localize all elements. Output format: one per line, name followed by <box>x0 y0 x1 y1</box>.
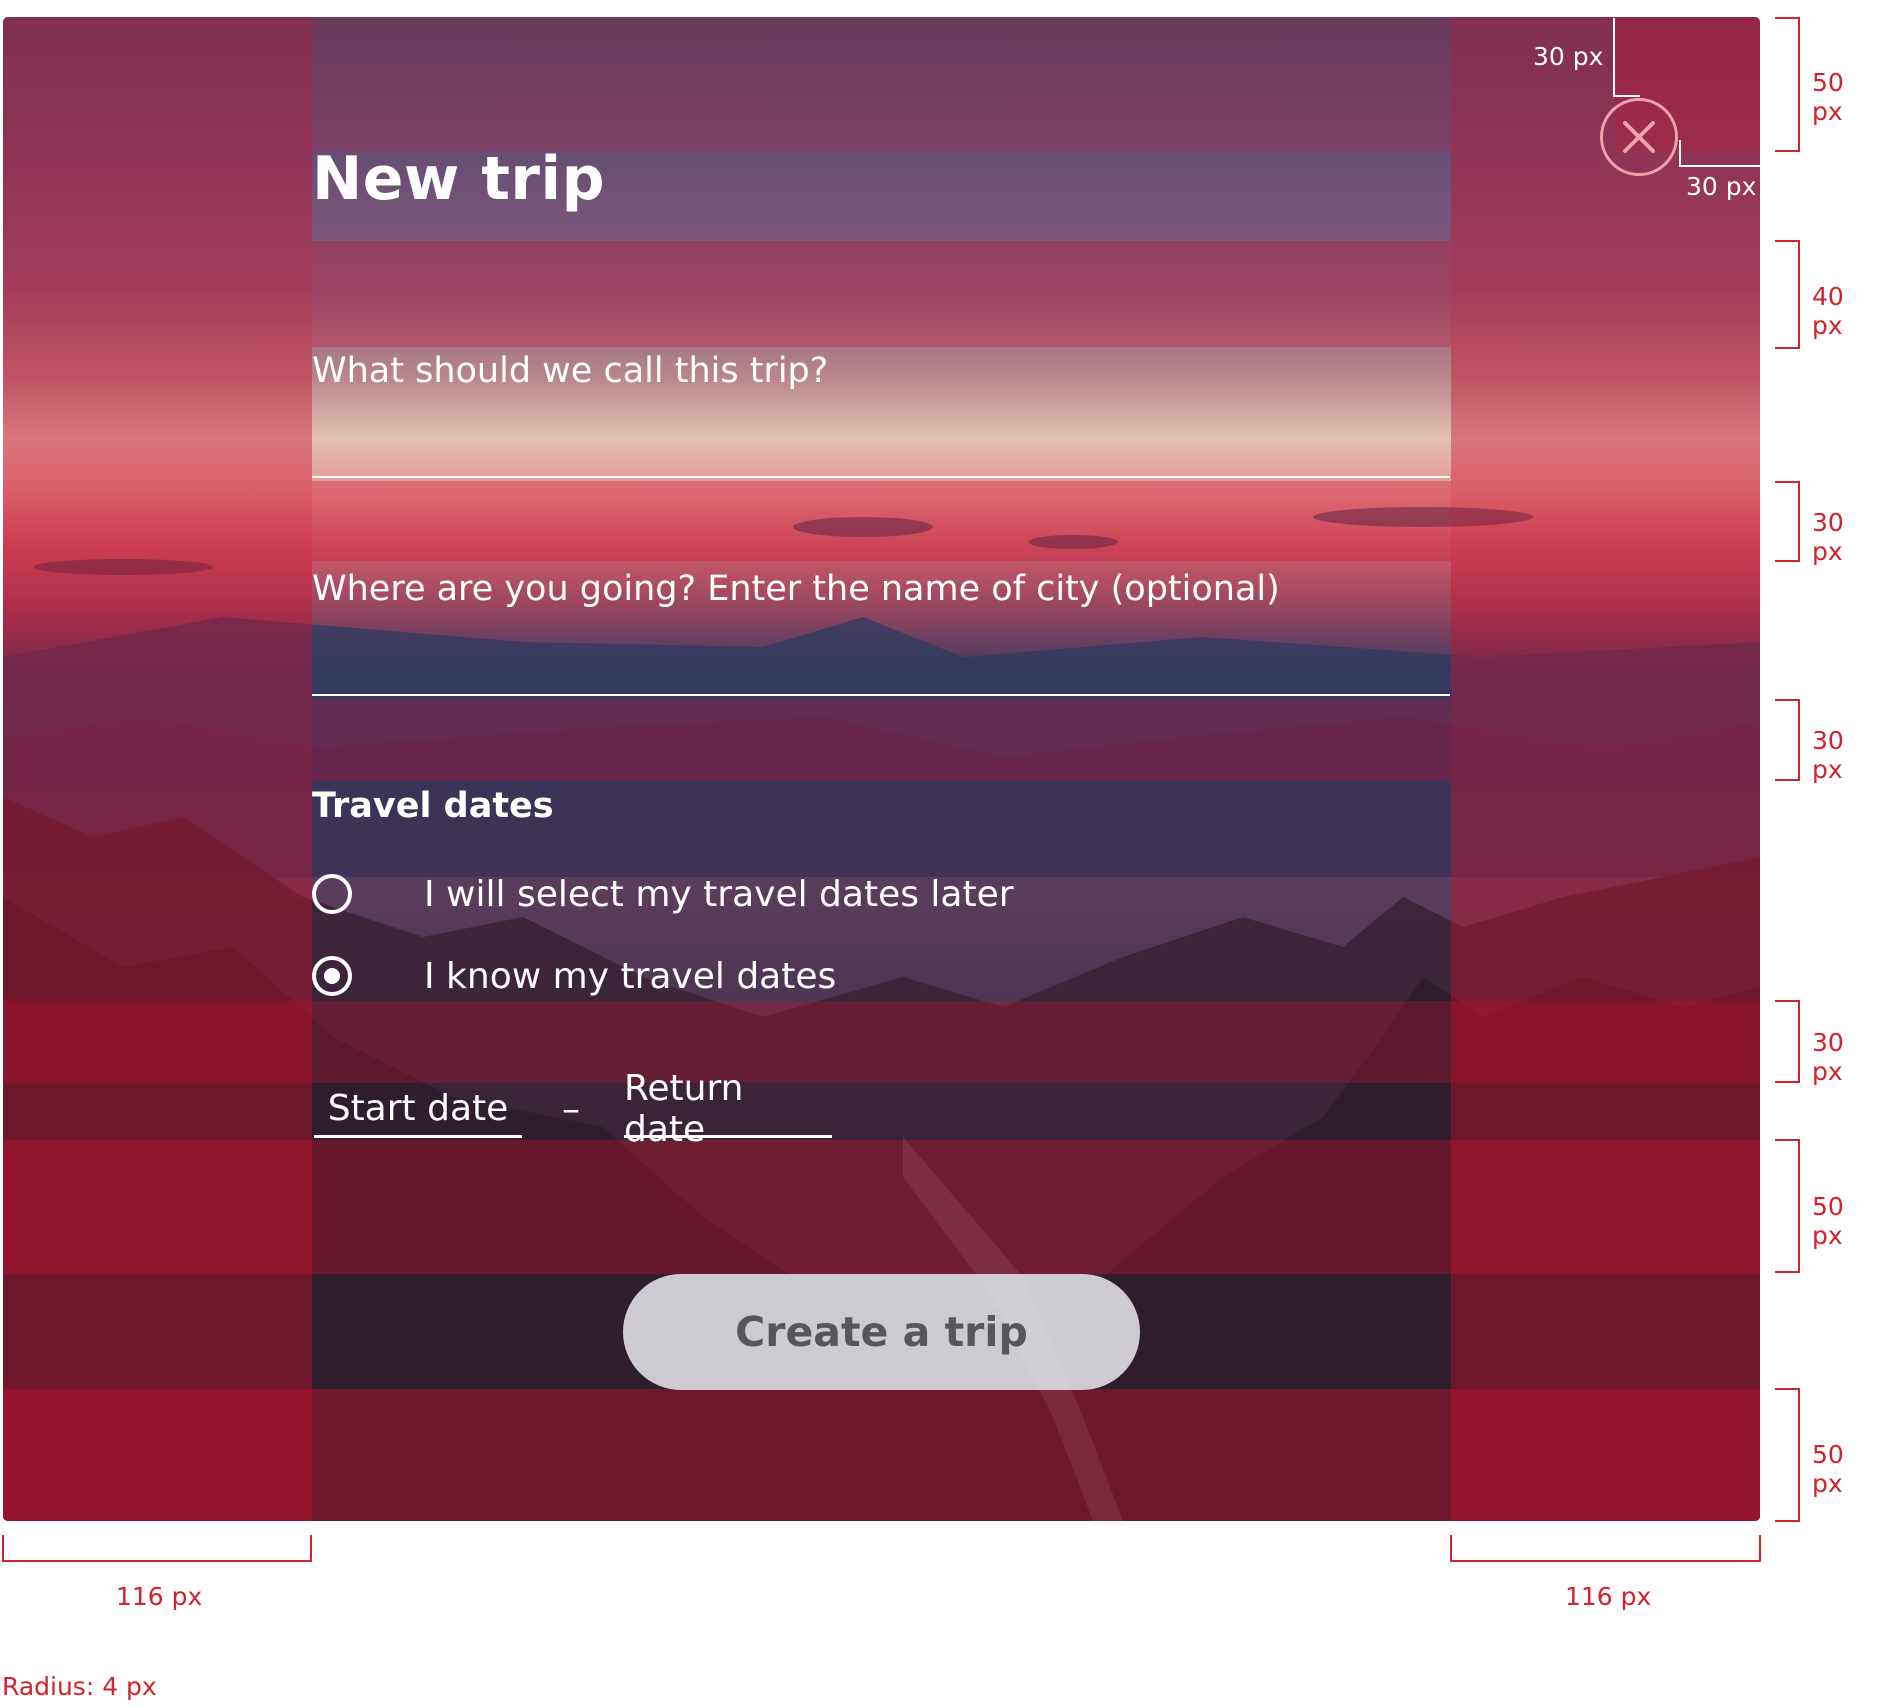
annotation-right-margin: 116 px <box>1565 1582 1652 1611</box>
spec-canvas: New trip Travel dates I will select my t… <box>0 0 1881 1707</box>
annotation-gap-1: 50 px <box>1812 68 1844 126</box>
annotation-gap-7: 50 px <box>1812 1440 1844 1498</box>
annotation-close-right: 30 px <box>1686 172 1757 201</box>
measurement-lines <box>2 17 1800 1562</box>
annotation-radius: Radius: 4 px <box>2 1672 157 1701</box>
annotation-left-margin: 116 px <box>116 1582 203 1611</box>
annotation-gap-4: 30 px <box>1812 726 1844 784</box>
annotation-close-top: 30 px <box>1533 42 1604 71</box>
annotation-gap-2: 40 px <box>1812 282 1844 340</box>
annotation-gap-5: 30 px <box>1812 1028 1844 1086</box>
annotation-gap-3: 30 px <box>1812 508 1844 566</box>
annotation-gap-6: 50 px <box>1812 1192 1844 1250</box>
